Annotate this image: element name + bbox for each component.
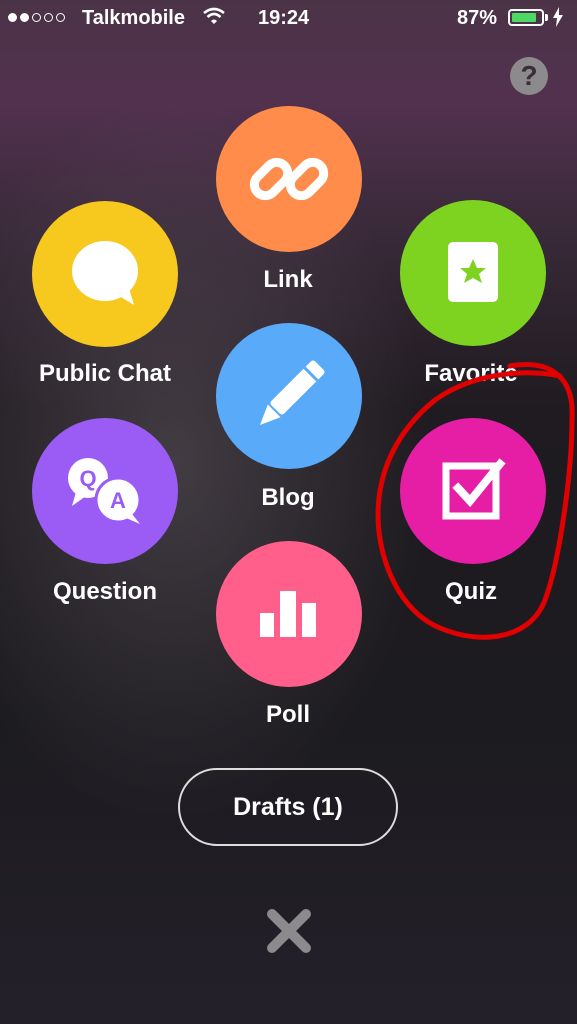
svg-text:Q: Q: [79, 466, 96, 491]
link-icon: [216, 106, 362, 252]
quiz-button[interactable]: [400, 418, 546, 564]
help-button[interactable]: ?: [510, 57, 548, 95]
question-label: Question: [52, 578, 157, 605]
quiz-label: Quiz: [445, 578, 497, 605]
charging-icon: [553, 7, 563, 32]
battery-percent: 87%: [457, 7, 498, 29]
checkbox-icon: [400, 418, 546, 564]
close-button[interactable]: [266, 908, 312, 954]
public-chat-button[interactable]: [32, 201, 178, 347]
blog-button[interactable]: [216, 323, 362, 469]
carrier-name: Talkmobile: [82, 7, 185, 29]
chat-bubble-icon: [32, 201, 178, 347]
battery-icon: [508, 9, 544, 26]
battery-level: [512, 13, 537, 22]
link-label: Link: [263, 266, 313, 293]
close-icon: [267, 909, 311, 953]
status-bar: Talkmobile 19:24 87%: [0, 0, 577, 38]
poll-label: Poll: [265, 701, 310, 728]
wifi-icon: [202, 6, 226, 32]
bar-chart-icon: [216, 541, 362, 687]
link-button[interactable]: [216, 106, 362, 252]
qa-bubbles-icon: Q A: [32, 418, 178, 564]
pencil-icon: [216, 323, 362, 469]
poll-button[interactable]: [216, 541, 362, 687]
favorite-button[interactable]: [400, 200, 546, 346]
favorite-card-icon: [400, 200, 546, 346]
clock: 19:24: [258, 7, 310, 29]
blog-label: Blog: [261, 484, 315, 511]
question-button[interactable]: Q A: [32, 418, 178, 564]
public-chat-label: Public Chat: [38, 360, 171, 387]
favorite-label: Favorite: [424, 360, 518, 387]
svg-text:A: A: [110, 488, 126, 513]
battery-tip: [545, 14, 548, 21]
signal-strength-icon: [8, 13, 65, 22]
drafts-button[interactable]: Drafts (1): [178, 768, 398, 846]
